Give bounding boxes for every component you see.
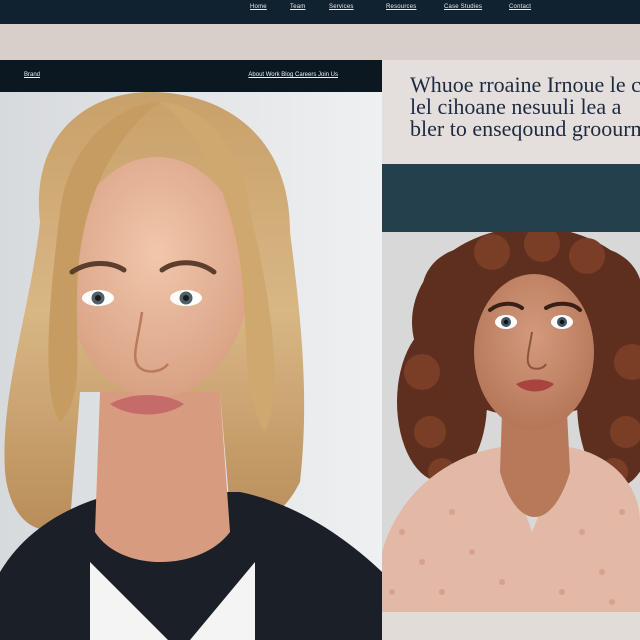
bottom-strip [382,612,640,640]
right-portrait-photo [382,232,640,612]
nav-link-1[interactable]: Home [250,4,267,10]
headline-line-3: bler to enseqound groourm [410,116,640,141]
headline-line-2: lel cihoane nesuuli lea a [410,94,622,119]
profile-card-header: Brand About Work Blog Careers Join Us [0,60,382,92]
top-navigation: Home Team Services Resources Case Studie… [0,0,640,24]
header-band [0,24,640,60]
left-portrait-photo [0,92,382,640]
headline-line-1: Whuoe rroaine Irnoue le c [410,72,640,97]
nav-link-4[interactable]: Resources [386,4,416,10]
right-content-column: Whuoe rroaine Irnoue le c lel cihoane ne… [382,60,640,640]
nav-link-5[interactable]: Case Studies [444,4,482,10]
nav-link-6[interactable]: Contact [509,4,531,10]
nav-link-3[interactable]: Services [329,4,354,10]
accent-band [382,164,640,232]
headline-text: Whuoe rroaine Irnoue le c lel cihoane ne… [410,74,640,140]
card-brand-label[interactable]: Brand [24,72,40,78]
left-profile-card: Brand About Work Blog Careers Join Us [0,60,382,640]
card-nav-links[interactable]: About Work Blog Careers Join Us [248,72,338,78]
nav-link-2[interactable]: Team [290,4,305,10]
